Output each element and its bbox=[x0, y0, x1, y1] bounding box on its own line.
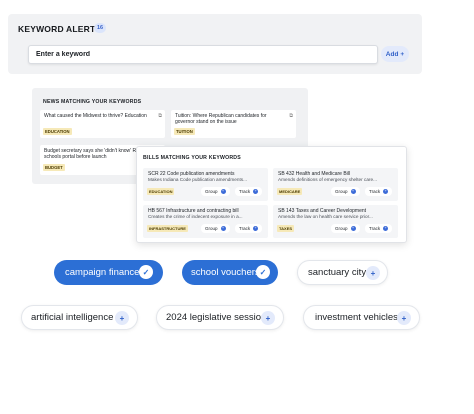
group-button[interactable]: Group + bbox=[331, 187, 360, 196]
chip-2024-legislative-session[interactable]: 2024 legislative session + bbox=[156, 305, 284, 330]
chip-label: school vouchers bbox=[191, 267, 260, 278]
chip-campaign-finance[interactable]: campaign finance ✓ bbox=[54, 260, 163, 285]
chip-label: sanctuary city bbox=[308, 267, 367, 278]
bills-panel-title: BILLS MATCHING YOUR KEYWORDS bbox=[143, 155, 241, 161]
track-label: Track bbox=[239, 226, 251, 231]
plus-icon: + bbox=[350, 225, 356, 231]
chip-label: campaign finance bbox=[65, 267, 140, 278]
bookmark-icon[interactable]: ⧉ bbox=[289, 113, 293, 119]
plus-icon: + bbox=[383, 225, 389, 231]
plus-icon: + bbox=[220, 225, 226, 231]
chip-label: 2024 legislative session bbox=[166, 312, 267, 323]
plus-icon: + bbox=[366, 266, 380, 280]
group-label: Group bbox=[335, 226, 348, 231]
track-button[interactable]: Track + bbox=[235, 187, 263, 196]
chip-label: investment vehicles bbox=[315, 312, 398, 323]
bill-card[interactable]: SB 432 Health and Medicare Bill Amends d… bbox=[273, 168, 398, 201]
check-icon: ✓ bbox=[256, 265, 270, 279]
track-button[interactable]: Track + bbox=[365, 187, 393, 196]
plus-icon: + bbox=[350, 188, 356, 194]
add-button-label: Add bbox=[385, 50, 399, 58]
news-tag: EDUCATION bbox=[43, 128, 72, 135]
bill-tag: MEDICARE bbox=[277, 188, 303, 195]
track-label: Track bbox=[369, 226, 381, 231]
news-headline: What caused the Midwest to thrive? Educa… bbox=[44, 113, 147, 119]
group-button[interactable]: Group + bbox=[331, 224, 360, 233]
news-card[interactable]: Tuition: Where Republican candidates for… bbox=[171, 110, 296, 138]
keyword-count-badge: 16 bbox=[94, 23, 106, 33]
bill-description: Makes Indiana Code publication amendment… bbox=[148, 177, 248, 182]
keyword-alerts-card: KEYWORD ALERTS 16 Add + bbox=[8, 14, 422, 74]
keyword-alerts-title: KEYWORD ALERTS bbox=[18, 24, 102, 34]
bill-card[interactable]: SB 143 Taxes and Career Development Amen… bbox=[273, 205, 398, 238]
bill-tag: EDUCATION bbox=[147, 188, 175, 195]
keyword-input[interactable] bbox=[28, 45, 378, 64]
plus-icon: + bbox=[253, 188, 259, 194]
bookmark-icon[interactable]: ⧉ bbox=[158, 113, 162, 119]
chip-sanctuary-city[interactable]: sanctuary city + bbox=[297, 260, 388, 285]
plus-icon: + bbox=[261, 311, 275, 325]
group-label: Group bbox=[205, 189, 218, 194]
group-label: Group bbox=[205, 226, 218, 231]
group-label: Group bbox=[335, 189, 348, 194]
plus-icon: + bbox=[253, 225, 259, 231]
track-button[interactable]: Track + bbox=[235, 224, 263, 233]
bill-tag: TAXES bbox=[277, 225, 295, 232]
news-tag: BUDGET bbox=[43, 164, 65, 171]
bill-description: Amends definitions of emergency shelter … bbox=[278, 177, 378, 182]
group-button[interactable]: Group + bbox=[201, 224, 230, 233]
plus-icon: + bbox=[115, 311, 129, 325]
chip-investment-vehicles[interactable]: investment vehicles + bbox=[303, 305, 420, 330]
add-keyword-button[interactable]: Add + bbox=[381, 46, 409, 62]
chip-school-vouchers[interactable]: school vouchers ✓ bbox=[182, 260, 278, 285]
news-card[interactable]: What caused the Midwest to thrive? Educa… bbox=[40, 110, 165, 138]
group-button[interactable]: Group + bbox=[201, 187, 230, 196]
plus-icon: + bbox=[400, 50, 405, 58]
track-label: Track bbox=[239, 189, 251, 194]
plus-icon: + bbox=[383, 188, 389, 194]
plus-icon: + bbox=[220, 188, 226, 194]
bill-tag: INFRASTRUCTURE bbox=[147, 225, 188, 232]
page: KEYWORD ALERTS 16 Add + NEWS MATCHING YO… bbox=[0, 0, 474, 414]
bill-description: Amends the law on health care service pr… bbox=[278, 214, 373, 219]
plus-icon: + bbox=[397, 311, 411, 325]
chip-label: artificial intelligence bbox=[31, 312, 114, 323]
bill-card[interactable]: HB 567 Infrastructure and contracting bi… bbox=[143, 205, 268, 238]
bill-description: Creates the crime of indecent exposure i… bbox=[148, 214, 243, 219]
check-icon: ✓ bbox=[139, 265, 153, 279]
bill-card[interactable]: SCR 22 Code publication amendments Makes… bbox=[143, 168, 268, 201]
news-tag: TUITION bbox=[174, 128, 195, 135]
news-panel-title: NEWS MATCHING YOUR KEYWORDS bbox=[43, 99, 142, 105]
news-headline: Tuition: Where Republican candidates for… bbox=[175, 113, 267, 125]
chip-artificial-intelligence[interactable]: artificial intelligence + bbox=[21, 305, 138, 330]
track-label: Track bbox=[369, 189, 381, 194]
bills-panel: BILLS MATCHING YOUR KEYWORDS SCR 22 Code… bbox=[136, 146, 407, 243]
track-button[interactable]: Track + bbox=[365, 224, 393, 233]
